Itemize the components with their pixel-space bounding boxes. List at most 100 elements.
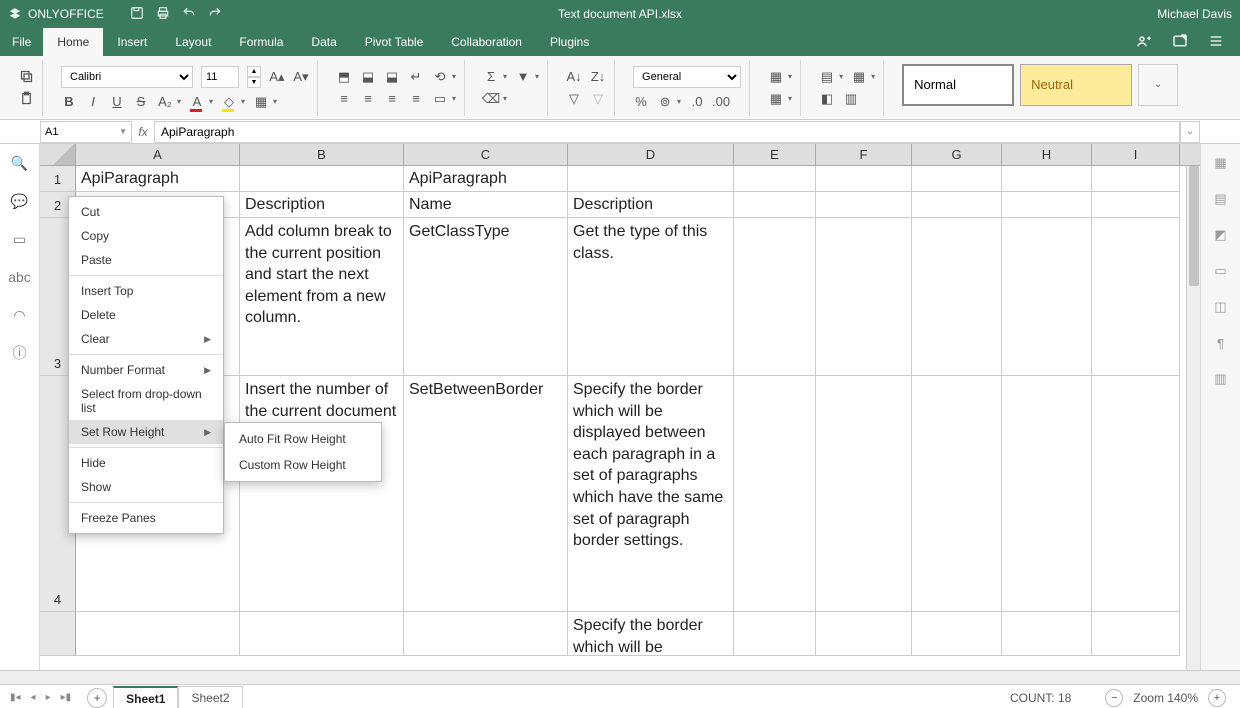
cell[interactable]: GetClassType — [404, 218, 568, 376]
col-header[interactable]: A — [76, 144, 240, 165]
dec-increase-icon[interactable]: .00 — [713, 94, 729, 110]
cell[interactable] — [1002, 192, 1092, 218]
tab-pivot[interactable]: Pivot Table — [351, 28, 437, 56]
sheet-tab-1[interactable]: Sheet1 — [113, 686, 178, 708]
cell[interactable]: Specify the border which will be display… — [568, 376, 734, 612]
ctx-copy[interactable]: Copy — [69, 224, 223, 248]
cell[interactable] — [1092, 166, 1180, 192]
cell[interactable] — [816, 612, 912, 656]
cell[interactable] — [816, 218, 912, 376]
bold-icon[interactable]: B — [61, 94, 77, 110]
underline-icon[interactable]: U — [109, 94, 125, 110]
redo-icon[interactable] — [208, 6, 222, 23]
filter-icon[interactable]: ▽ — [566, 91, 582, 107]
fill-icon[interactable]: ▼ — [515, 69, 531, 85]
tab-file[interactable]: File — [0, 28, 43, 56]
col-header[interactable]: B — [240, 144, 404, 165]
ctx-delete[interactable]: Delete — [69, 303, 223, 327]
undo-icon[interactable] — [182, 6, 196, 23]
cell-styles-more[interactable]: ⌄ — [1138, 64, 1178, 106]
shape-settings-icon[interactable]: ◩ — [1212, 226, 1230, 244]
sheet-tab-2[interactable]: Sheet2 — [178, 686, 242, 708]
cell[interactable] — [734, 612, 816, 656]
ctx-clear[interactable]: Clear▶ — [69, 327, 223, 351]
cell-settings-icon[interactable]: ▦ — [1212, 154, 1230, 172]
align-justify-icon[interactable]: ≡ — [408, 91, 424, 107]
horizontal-scrollbar[interactable] — [0, 670, 1240, 684]
cell[interactable]: Specify the border which will be — [568, 612, 734, 656]
formula-input[interactable]: ApiParagraph — [154, 121, 1180, 143]
sheet-nav-last[interactable]: ▸▮ — [61, 692, 72, 703]
chart-settings-icon[interactable]: ◫ — [1212, 298, 1230, 316]
cell[interactable] — [404, 612, 568, 656]
col-header[interactable]: E — [734, 144, 816, 165]
sort-desc-icon[interactable]: Z↓ — [590, 69, 606, 85]
paste-icon[interactable] — [18, 91, 34, 107]
share-icon[interactable] — [1136, 33, 1152, 52]
cell[interactable]: Description — [240, 192, 404, 218]
cell[interactable] — [816, 376, 912, 612]
ctx-autofit-row-height[interactable]: Auto Fit Row Height — [225, 426, 381, 452]
merge-icon[interactable]: ▭ — [432, 91, 448, 107]
percent-icon[interactable]: % — [633, 94, 649, 110]
insert-shape-icon[interactable]: ◧ — [819, 91, 835, 107]
align-left-icon[interactable]: ≡ — [336, 91, 352, 107]
row-header[interactable]: 1 — [40, 166, 76, 192]
ctx-number-format[interactable]: Number Format▶ — [69, 358, 223, 382]
cell[interactable] — [1092, 612, 1180, 656]
delete-cells-icon[interactable]: ▦ — [768, 91, 784, 107]
decrease-font-icon[interactable]: A▾ — [293, 69, 309, 85]
ctx-hide[interactable]: Hide — [69, 451, 223, 475]
italic-icon[interactable]: I — [85, 94, 101, 110]
print-icon[interactable] — [156, 6, 170, 23]
add-sheet-button[interactable]: + — [87, 688, 107, 708]
col-header[interactable]: G — [912, 144, 1002, 165]
number-format-select[interactable]: General — [633, 66, 741, 88]
wrap-text-icon[interactable]: ↵ — [408, 69, 424, 85]
chat-icon[interactable]: ▭ — [11, 230, 29, 248]
cell[interactable] — [816, 192, 912, 218]
comments-icon[interactable]: 💬 — [11, 192, 29, 210]
cell[interactable]: Add column break to the current position… — [240, 218, 404, 376]
strike-icon[interactable]: S — [133, 94, 149, 110]
cell[interactable] — [1092, 192, 1180, 218]
font-name-select[interactable]: Calibri — [61, 66, 193, 88]
sheet-nav-first[interactable]: ▮◂ — [10, 692, 21, 703]
open-location-icon[interactable] — [1172, 33, 1188, 52]
sort-asc-icon[interactable]: A↓ — [566, 69, 582, 85]
cell[interactable] — [912, 192, 1002, 218]
cell[interactable] — [1002, 376, 1092, 612]
search-icon[interactable]: 🔍 — [11, 154, 29, 172]
cond-format-icon[interactable]: ▤ — [819, 69, 835, 85]
cell-style-neutral[interactable]: Neutral — [1020, 64, 1132, 106]
zoom-out-button[interactable]: − — [1105, 689, 1123, 707]
copy-icon[interactable] — [18, 69, 34, 85]
cell[interactable] — [734, 376, 816, 612]
align-middle-icon[interactable]: ⬓ — [360, 69, 376, 85]
col-header[interactable]: C — [404, 144, 568, 165]
ctx-show[interactable]: Show — [69, 475, 223, 499]
ctx-insert-top[interactable]: Insert Top — [69, 279, 223, 303]
borders-icon[interactable]: ▦ — [253, 94, 269, 110]
ctx-paste[interactable]: Paste — [69, 248, 223, 272]
cell[interactable]: ApiParagraph — [404, 166, 568, 192]
vertical-scrollbar[interactable] — [1186, 166, 1200, 670]
cell[interactable] — [734, 166, 816, 192]
cell[interactable]: Description — [568, 192, 734, 218]
fill-color-icon[interactable]: ◇ — [221, 94, 237, 110]
sheet-nav-next[interactable]: ▸ — [46, 692, 51, 703]
ctx-cut[interactable]: Cut — [69, 200, 223, 224]
user-name[interactable]: Michael Davis — [1157, 7, 1232, 21]
save-icon[interactable] — [130, 6, 144, 23]
cell[interactable] — [734, 192, 816, 218]
tab-home[interactable]: Home — [43, 28, 103, 56]
cell[interactable] — [1002, 612, 1092, 656]
cell[interactable] — [1002, 218, 1092, 376]
select-all-corner[interactable] — [40, 144, 76, 165]
image-settings-icon[interactable]: ▭ — [1212, 262, 1230, 280]
tab-formula[interactable]: Formula — [225, 28, 297, 56]
cell[interactable] — [734, 218, 816, 376]
format-table-icon[interactable]: ▦ — [851, 69, 867, 85]
cell[interactable]: SetBetweenBorder — [404, 376, 568, 612]
increase-font-icon[interactable]: A▴ — [269, 69, 285, 85]
